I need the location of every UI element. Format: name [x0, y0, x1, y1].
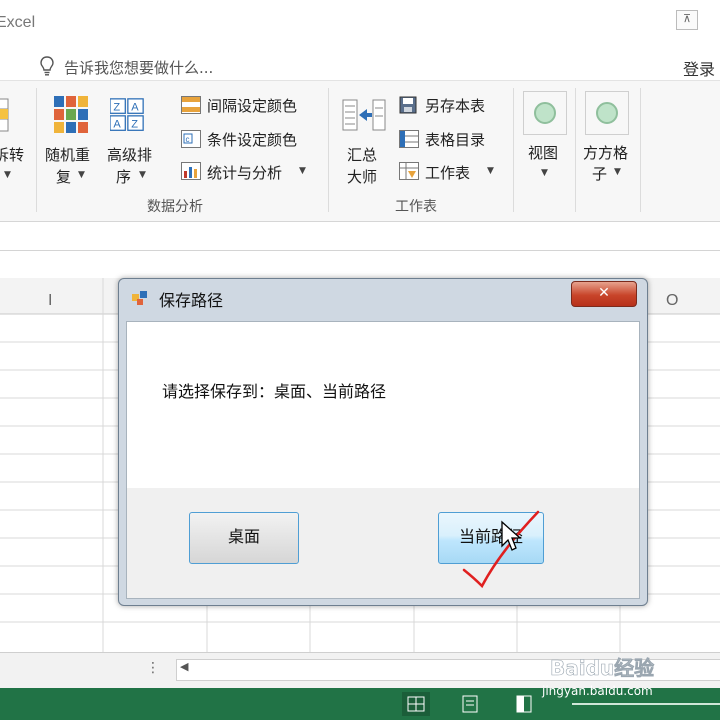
worksheet-button[interactable]: 工作表 [425, 162, 470, 183]
save-sheet-button[interactable]: 另存本表 [425, 95, 485, 116]
chevron-down-icon: ▼ [487, 166, 494, 176]
grid-addin-icon [585, 91, 629, 135]
summary-master-button-line1[interactable]: 汇总 [347, 144, 377, 165]
stats-analysis-icon [181, 162, 201, 180]
mouse-cursor-icon [501, 520, 522, 551]
conditional-color-button[interactable]: 条件设定颜色 [207, 129, 297, 150]
baidu-watermark: Baidu经验 jingyan.baidu.com [541, 656, 654, 698]
ribbon-partial-button-label[interactable]: 拆转 [0, 144, 24, 165]
chevron-down-icon: ▼ [299, 166, 306, 176]
title-bar [0, 0, 720, 48]
column-header-i[interactable]: I [48, 292, 52, 310]
ribbon-divider [328, 88, 329, 212]
view-icon [523, 91, 567, 135]
desktop-button[interactable]: 桌面 [189, 512, 299, 564]
summary-master-icon [342, 99, 386, 131]
worksheet-icon [399, 162, 419, 180]
app-window-icon [132, 291, 147, 305]
advanced-sort-button-line2[interactable]: 序 [116, 166, 131, 187]
group-label-worksheet: 工作表 [395, 199, 437, 215]
svg-text:A: A [113, 119, 121, 131]
grid-addin-button-line2[interactable]: 子 [592, 163, 607, 184]
svg-text:A: A [131, 102, 139, 114]
save-sheet-icon [399, 96, 417, 114]
formula-bar[interactable] [0, 222, 720, 251]
ribbon-divider [513, 88, 514, 212]
interval-color-button[interactable]: 间隔设定颜色 [207, 95, 297, 116]
group-label-data-analysis: 数据分析 [147, 199, 203, 215]
table-icon [0, 98, 9, 132]
dialog-body: 请选择保存到：桌面、当前路径 桌面 当前路径 [126, 321, 640, 599]
conditional-color-icon: c [181, 130, 201, 148]
page-break-view-icon[interactable] [510, 692, 538, 716]
zoom-slider[interactable] [572, 703, 720, 705]
more-options-icon[interactable]: ⋮ [146, 660, 160, 676]
save-path-dialog: 保存路径 ✕ 请选择保存到：桌面、当前路径 桌面 当前路径 [118, 278, 648, 606]
summary-master-button-line2[interactable]: 大师 [347, 166, 377, 187]
svg-text:c: c [186, 135, 190, 144]
random-reorder-button-line2[interactable]: 复 [56, 166, 71, 187]
random-grid-icon [54, 96, 88, 133]
random-reorder-button-line1[interactable]: 随机重 [45, 144, 90, 165]
chevron-down-icon: ▼ [4, 170, 11, 180]
view-button[interactable]: 视图 [528, 142, 558, 163]
sheet-directory-icon [399, 130, 419, 148]
lightbulb-icon [40, 56, 54, 76]
page-layout-view-icon[interactable] [456, 692, 484, 716]
column-header-o[interactable]: O [666, 292, 678, 310]
svg-text:Z: Z [131, 119, 138, 131]
sign-in-link[interactable]: 登录 [683, 56, 715, 80]
dialog-title: 保存路径 [159, 291, 224, 310]
sheet-directory-button[interactable]: 表格目录 [425, 129, 485, 150]
sort-az-icon: Z A A Z [110, 98, 144, 131]
chevron-down-icon: ▼ [541, 168, 548, 178]
ribbon-divider [575, 88, 576, 212]
stats-analysis-button[interactable]: 统计与分析 [207, 162, 282, 183]
interval-color-icon [181, 96, 201, 114]
scroll-left-icon[interactable]: ◀ [180, 660, 188, 673]
dialog-message: 请选择保存到：桌面、当前路径 [162, 382, 387, 401]
chevron-down-icon: ▼ [614, 167, 621, 177]
ribbon-display-options-button[interactable]: ⊼ [676, 10, 698, 30]
ribbon-divider [36, 88, 37, 212]
ribbon-divider [640, 88, 641, 212]
grid-addin-button-line1[interactable]: 方方格 [583, 142, 628, 163]
chevron-down-icon: ▼ [78, 170, 85, 180]
tell-me-search[interactable]: 告诉我您想要做什么... [64, 57, 213, 78]
svg-text:Z: Z [113, 102, 120, 114]
chevron-down-icon: ▼ [139, 170, 146, 180]
dialog-message-panel [127, 322, 639, 488]
app-title: Excel [0, 14, 36, 31]
advanced-sort-button-line1[interactable]: 高级排 [107, 144, 152, 165]
close-icon[interactable]: ✕ [571, 281, 637, 307]
watermark-url: jingyan.baidu.com [541, 684, 653, 698]
watermark-brand: Baidu经验 [550, 656, 654, 680]
normal-view-icon[interactable] [402, 692, 430, 716]
